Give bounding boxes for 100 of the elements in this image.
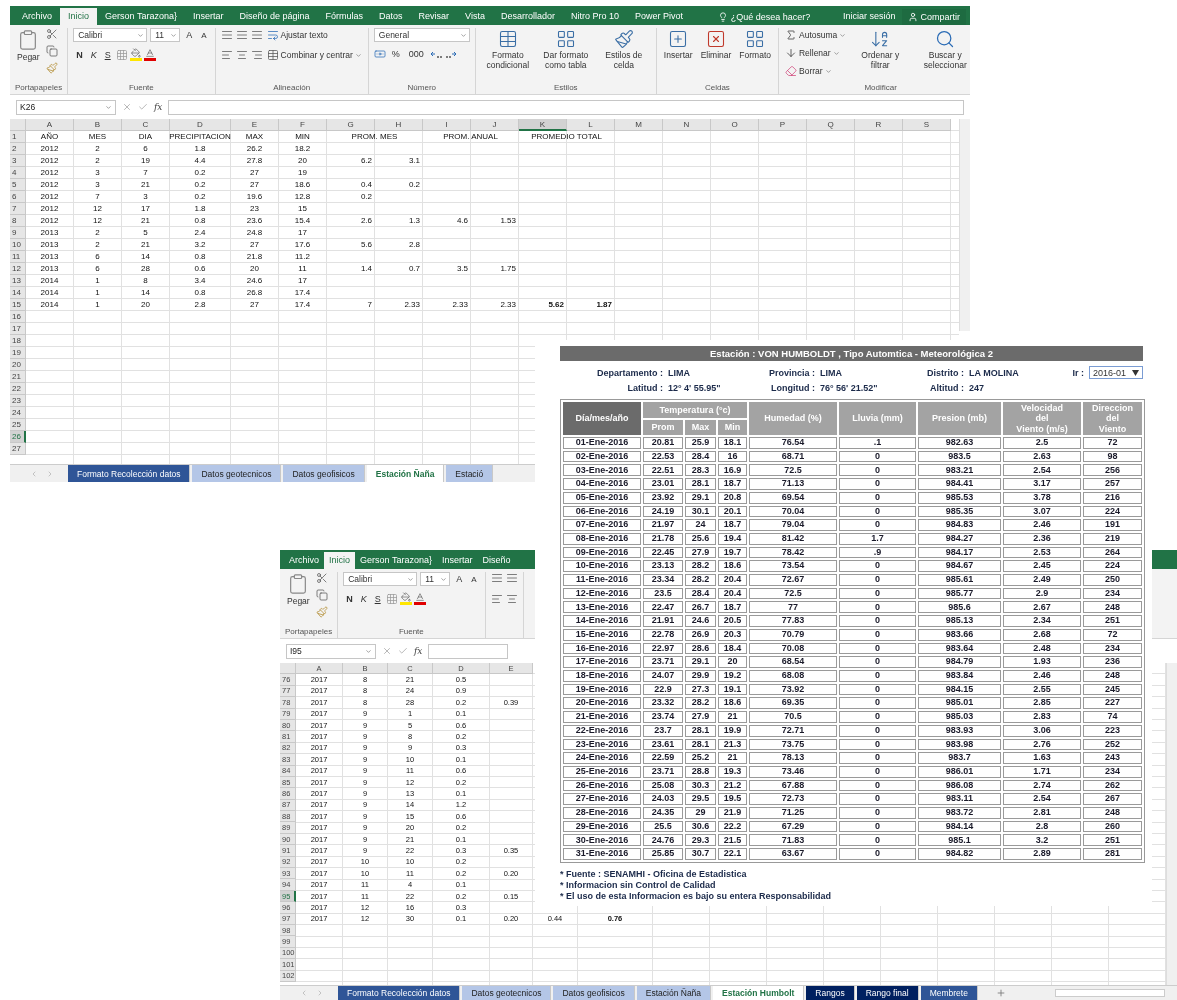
column-header[interactable]: K — [519, 119, 567, 131]
ribbon-tab[interactable]: Desarrollador — [492, 8, 563, 25]
name-box[interactable]: K26 — [16, 99, 116, 115]
align-middle-icon[interactable] — [235, 29, 248, 41]
row-number[interactable]: 26 — [10, 431, 26, 443]
align-top-icon[interactable] — [220, 29, 233, 41]
column-header[interactable]: S — [903, 119, 951, 131]
ribbon-tab[interactable]: Vista — [457, 8, 493, 25]
sheet-tab[interactable]: Membrete — [920, 986, 978, 1000]
row-number[interactable]: 5 — [10, 179, 26, 191]
currency-icon[interactable] — [373, 48, 386, 60]
style-button[interactable]: Formato condicional — [480, 28, 535, 72]
column-header[interactable]: E — [231, 119, 279, 131]
align-bottom-icon[interactable] — [250, 29, 263, 41]
find-select-button[interactable]: Buscar y seleccionar — [913, 28, 970, 72]
wrap-text-button[interactable]: Ajustar texto — [265, 28, 329, 42]
ribbon-tab[interactable]: Gerson Tarazona} — [355, 552, 437, 569]
scroll-left-icon[interactable] — [30, 469, 38, 478]
copy-icon[interactable] — [315, 589, 328, 601]
decimal-increase-icon[interactable] — [429, 49, 442, 59]
row-number[interactable]: 22 — [10, 383, 26, 395]
ribbon-tab[interactable]: Archivo — [284, 552, 324, 569]
row-number[interactable]: 11 — [10, 251, 26, 263]
column-header[interactable]: F — [279, 119, 327, 131]
ribbon-tab[interactable]: Gerson Tarazona} — [97, 8, 185, 25]
enter-icon[interactable] — [138, 102, 148, 112]
row-number[interactable]: 2 — [10, 143, 26, 155]
sheet-tab[interactable]: Estación Humbolt — [713, 986, 805, 1000]
name-box[interactable]: I95 — [286, 643, 376, 659]
ribbon-tab[interactable]: Insertar — [184, 8, 232, 25]
font-style-button[interactable]: N — [73, 48, 86, 61]
select-all-corner[interactable] — [10, 119, 26, 131]
ribbon-tab[interactable]: Archivo — [14, 8, 60, 25]
edit-button[interactable]: Autosuma — [784, 28, 848, 42]
cut-icon[interactable] — [315, 572, 328, 584]
row-number[interactable]: 13 — [10, 275, 26, 287]
row-number[interactable]: 27 — [10, 443, 26, 455]
column-header[interactable]: R — [855, 119, 903, 131]
column-header[interactable]: Q — [807, 119, 855, 131]
decimal-decrease-icon[interactable] — [444, 49, 457, 59]
align-left-icon[interactable] — [220, 49, 233, 61]
row-number[interactable]: 8 — [10, 215, 26, 227]
add-sheet-icon[interactable] — [995, 988, 1006, 998]
cancel-icon[interactable] — [122, 102, 132, 112]
font-style-button[interactable]: K — [87, 48, 100, 61]
number-format-dropdown[interactable]: General — [373, 28, 470, 42]
style-button[interactable]: Estilos de celda — [596, 28, 651, 72]
row-number[interactable]: 19 — [10, 347, 26, 359]
paste-button[interactable]: Pegar — [285, 572, 312, 608]
align-top-icon[interactable] — [490, 572, 503, 584]
ribbon-tab[interactable]: Inicio — [324, 552, 356, 569]
scroll-right-icon[interactable] — [316, 989, 324, 997]
ribbon-tab[interactable]: Power Pivot — [626, 8, 691, 25]
font-name-dropdown[interactable]: Calibri — [343, 572, 418, 586]
style-button[interactable]: Dar formato como tabla — [538, 28, 593, 72]
sheet-tab[interactable]: Datos geofisicos — [553, 986, 635, 1000]
font-size-dropdown[interactable]: 11 — [420, 572, 451, 586]
paintbrush-icon[interactable] — [45, 62, 58, 74]
paintbrush-icon[interactable] — [315, 606, 328, 618]
font-name-dropdown[interactable]: Calibri — [73, 28, 148, 42]
sheet-tab[interactable]: Datos geotecnicos — [192, 465, 282, 482]
fill-color-icon[interactable] — [399, 592, 412, 605]
row-number[interactable]: 18 — [10, 335, 26, 347]
cancel-icon[interactable] — [382, 646, 392, 656]
font-style-button[interactable]: S — [371, 592, 384, 605]
row-number[interactable]: 1 — [10, 131, 26, 143]
cut-icon[interactable] — [45, 28, 58, 40]
sheet-tab[interactable]: Formato Recolección datos — [68, 465, 191, 482]
row-number[interactable]: 20 — [10, 359, 26, 371]
cells-button[interactable]: Insertar — [661, 28, 695, 62]
row-number[interactable]: 9 — [10, 227, 26, 239]
row-number[interactable]: 17 — [10, 323, 26, 335]
column-header[interactable]: J — [471, 119, 519, 131]
ribbon-tab[interactable]: Diseño — [477, 552, 516, 569]
column-header[interactable]: D — [170, 119, 231, 131]
sign-in-link[interactable]: Iniciar sesión — [836, 7, 902, 25]
row-number[interactable]: 25 — [10, 419, 26, 431]
vertical-scrollbar[interactable] — [1166, 663, 1177, 985]
column-header[interactable]: P — [759, 119, 807, 131]
ribbon-tab[interactable]: Inicio — [60, 8, 98, 25]
edit-button[interactable]: Rellenar — [784, 46, 841, 60]
merge-center-button[interactable]: Combinar y centrar — [265, 48, 363, 62]
ribbon-tab[interactable]: Datos — [371, 8, 411, 25]
row-number[interactable]: 3 — [10, 155, 26, 167]
column-header[interactable]: M — [615, 119, 663, 131]
ribbon-tab[interactable]: Insertar — [436, 552, 478, 569]
column-header[interactable]: A — [26, 119, 74, 131]
row-number[interactable]: 12 — [10, 263, 26, 275]
tell-me-search[interactable]: ¿Qué desea hacer? — [711, 9, 817, 25]
shrink-font-button[interactable]: A — [468, 573, 480, 585]
ribbon-tab[interactable]: Diseño de página — [231, 8, 318, 25]
row-number[interactable]: 16 — [10, 311, 26, 323]
column-header[interactable]: G — [327, 119, 375, 131]
sheet-tab[interactable]: Estación Ñaña — [366, 465, 445, 482]
ribbon-tab[interactable]: Nitro Pro 10 — [562, 8, 627, 25]
cells-button[interactable]: Formato — [737, 28, 773, 62]
font-style-button[interactable]: N — [343, 592, 356, 605]
sheet-tab[interactable]: Datos geofisicos — [283, 465, 365, 482]
copy-icon[interactable] — [45, 45, 58, 57]
insert-function-button[interactable]: fx — [414, 646, 423, 656]
